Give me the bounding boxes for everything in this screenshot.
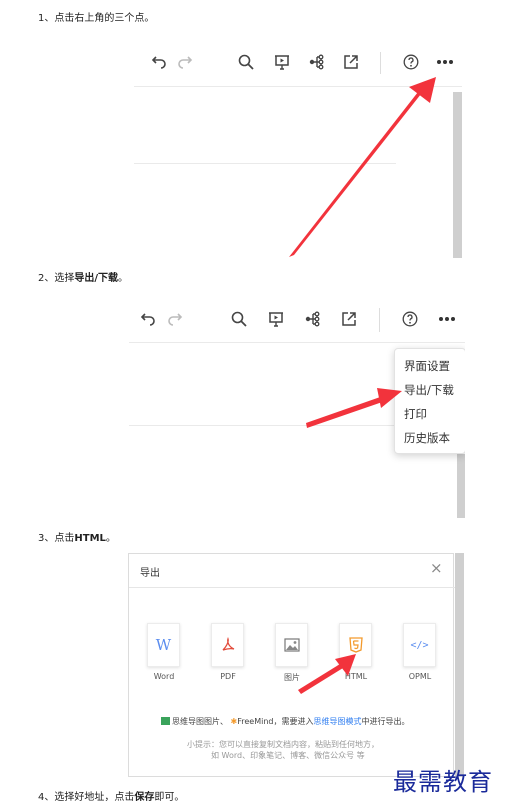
share-icon[interactable] bbox=[342, 53, 360, 71]
format-label-pdf: PDF bbox=[220, 672, 236, 681]
undo-icon[interactable] bbox=[139, 309, 157, 327]
step-2-text: 2、选择导出/下载。 bbox=[38, 273, 129, 284]
export-word-button[interactable]: W bbox=[147, 623, 180, 667]
menu-item-export-download[interactable]: 导出/下载 bbox=[404, 382, 454, 398]
export-pdf-button[interactable] bbox=[211, 623, 244, 667]
toolbar-divider bbox=[129, 342, 465, 343]
export-html-button[interactable] bbox=[339, 623, 372, 667]
screenshot-1 bbox=[134, 40, 462, 258]
step-1-text: 1、点击右上角的三个点。 bbox=[38, 13, 155, 24]
content-divider bbox=[129, 425, 395, 426]
help-icon[interactable] bbox=[401, 310, 419, 328]
step-3-text: 3、点击HTML。 bbox=[38, 533, 116, 544]
dialog-header-divider bbox=[129, 587, 455, 588]
tip-line-1: 小提示：您可以直接复制文档内容，粘贴到任何地方， bbox=[187, 740, 379, 749]
format-label-opml: OPML bbox=[408, 672, 432, 681]
step-4-text: 4、选择好地址，点击保存即可。 bbox=[38, 792, 185, 803]
export-opml-button[interactable]: </> bbox=[403, 623, 436, 667]
redo-icon[interactable] bbox=[176, 52, 194, 70]
format-label-html: HTML bbox=[344, 672, 368, 681]
pdf-icon bbox=[222, 637, 234, 651]
presentation-icon[interactable] bbox=[273, 53, 291, 71]
format-label-word: Word bbox=[153, 672, 175, 681]
tip-line-2: 如 Word、印象笔记、博客、微信公众号 等 bbox=[211, 751, 365, 760]
scrollbar[interactable] bbox=[453, 92, 462, 258]
export-mode-note: 思维导图图片、 ✱FreeMind，需要进入思维导图模式中进行导出。 bbox=[161, 716, 410, 727]
more-menu: 界面设置 导出/下载 打印 历史版本 bbox=[394, 348, 465, 454]
search-icon[interactable] bbox=[230, 310, 248, 328]
screenshot-2: 界面设置 导出/下载 打印 历史版本 bbox=[129, 296, 465, 518]
mindmap-mode-link[interactable]: 思维导图模式 bbox=[314, 717, 362, 726]
menu-item-print[interactable]: 打印 bbox=[404, 406, 427, 422]
search-icon[interactable] bbox=[237, 53, 255, 71]
undo-icon[interactable] bbox=[150, 52, 168, 70]
menu-item-history[interactable]: 历史版本 bbox=[404, 430, 450, 446]
help-icon[interactable] bbox=[402, 53, 420, 71]
mindmap-icon[interactable] bbox=[304, 310, 322, 328]
redo-icon[interactable] bbox=[166, 309, 184, 327]
dialog-title: 导出 bbox=[140, 568, 160, 579]
menu-item-interface-settings[interactable]: 界面设置 bbox=[404, 358, 450, 374]
toolbar-separator bbox=[379, 308, 380, 332]
mindmap-image-icon bbox=[161, 717, 170, 725]
content-divider bbox=[134, 163, 396, 164]
close-icon[interactable]: × bbox=[430, 559, 443, 577]
share-icon[interactable] bbox=[340, 310, 358, 328]
html5-icon bbox=[348, 637, 363, 653]
mindmap-icon[interactable] bbox=[308, 53, 326, 71]
export-dialog: 导出 × W Word PDF 图片 HTML </> OPML 思维导图图片、… bbox=[128, 553, 455, 777]
toolbar-divider bbox=[134, 86, 462, 87]
word-icon: W bbox=[155, 636, 172, 654]
more-icon[interactable] bbox=[434, 53, 456, 71]
more-icon[interactable] bbox=[436, 310, 458, 328]
code-icon: </> bbox=[410, 639, 429, 651]
watermark-logo: 最需教育 bbox=[393, 768, 493, 796]
image-icon bbox=[283, 638, 300, 652]
toolbar-separator bbox=[380, 52, 381, 74]
dialog-scrollbar[interactable] bbox=[455, 553, 464, 777]
format-label-image: 图片 bbox=[284, 673, 300, 682]
export-image-button[interactable] bbox=[275, 623, 308, 667]
scrollbar[interactable] bbox=[457, 454, 465, 518]
presentation-icon[interactable] bbox=[267, 310, 285, 328]
